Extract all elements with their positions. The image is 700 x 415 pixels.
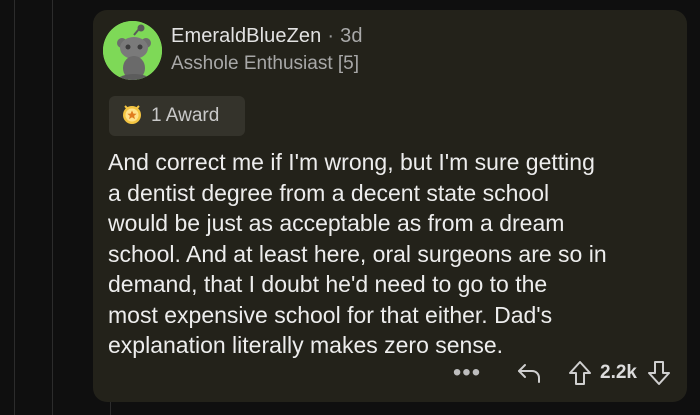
comment-line: And correct me if I'm wrong, but I'm sur…: [108, 149, 595, 175]
award-icon: [121, 103, 143, 130]
award-chip[interactable]: 1 Award: [109, 96, 245, 136]
comment-line: demand, that I doubt he'd need to go to …: [108, 271, 548, 297]
user-flair: Asshole Enthusiast [5]: [171, 53, 359, 74]
comment-line: would be just as acceptable as from a dr…: [108, 210, 565, 236]
author-name[interactable]: EmeraldBlueZen: [171, 25, 321, 47]
vote-count: 2.2k: [600, 362, 637, 383]
comment-card: EmeraldBlueZen · 3d Asshole Enthusiast [5]…: [93, 10, 687, 402]
thread-line: [52, 0, 53, 415]
comment-actions: ••• 2.2k: [452, 356, 673, 390]
reply-icon[interactable]: [514, 362, 544, 384]
comment-header: EmeraldBlueZen · 3d: [171, 25, 363, 48]
comment-thread: EmeraldBlueZen · 3d Asshole Enthusiast [5]…: [0, 0, 700, 415]
comment-age: 3d: [340, 25, 363, 47]
comment-line: most expensive school for that either. D…: [108, 301, 553, 328]
thread-line: [14, 0, 15, 415]
comment-line: a dentist degree from a decent state sch…: [108, 179, 550, 206]
comment-body: And correct me if I'm wrong, but I'm sur…: [108, 147, 678, 361]
upvote-icon[interactable]: [566, 360, 594, 386]
snoo-avatar-icon[interactable]: [103, 21, 162, 80]
downvote-icon[interactable]: [645, 360, 673, 386]
header-separator: ·: [327, 25, 335, 47]
comment-line: school. And at least here, oral surgeons…: [108, 240, 607, 267]
more-options-button[interactable]: •••: [452, 359, 482, 387]
award-label: 1 Award: [151, 105, 220, 126]
